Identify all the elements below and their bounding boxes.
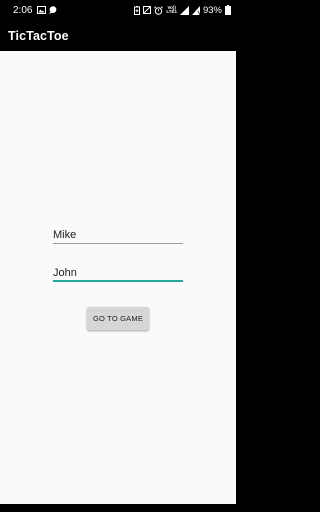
- status-right: Vo)) LTE1 93%: [134, 5, 231, 16]
- status-bar: 2:06 Vo)) LTE1 93%: [0, 0, 236, 20]
- player1-field[interactable]: [53, 222, 183, 244]
- network-type-label: Vo)) LTE1: [166, 5, 177, 15]
- player1-input[interactable]: [53, 222, 183, 243]
- mute-icon: [143, 5, 152, 15]
- image-icon: [37, 5, 47, 15]
- battery-percent: 93%: [202, 4, 222, 16]
- status-time: 2:06: [13, 4, 33, 16]
- signal-icon: [179, 5, 189, 15]
- player2-field[interactable]: [53, 260, 183, 282]
- network-label-bottom: LTE1: [166, 9, 177, 14]
- battery-icon: [225, 5, 231, 15]
- navigation-bar: [0, 504, 236, 512]
- chat-icon: [49, 5, 57, 15]
- main-content: GO TO GAME: [0, 51, 236, 504]
- status-left: 2:06: [13, 5, 57, 16]
- alarm-icon: [154, 5, 164, 15]
- go-to-game-button[interactable]: GO TO GAME: [87, 307, 149, 330]
- player2-input[interactable]: [53, 260, 183, 280]
- app-title: TicTacToe: [8, 28, 69, 43]
- battery-saver-icon: [134, 5, 141, 15]
- signal-icon-2: [191, 5, 200, 15]
- app-bar: TicTacToe: [0, 20, 236, 51]
